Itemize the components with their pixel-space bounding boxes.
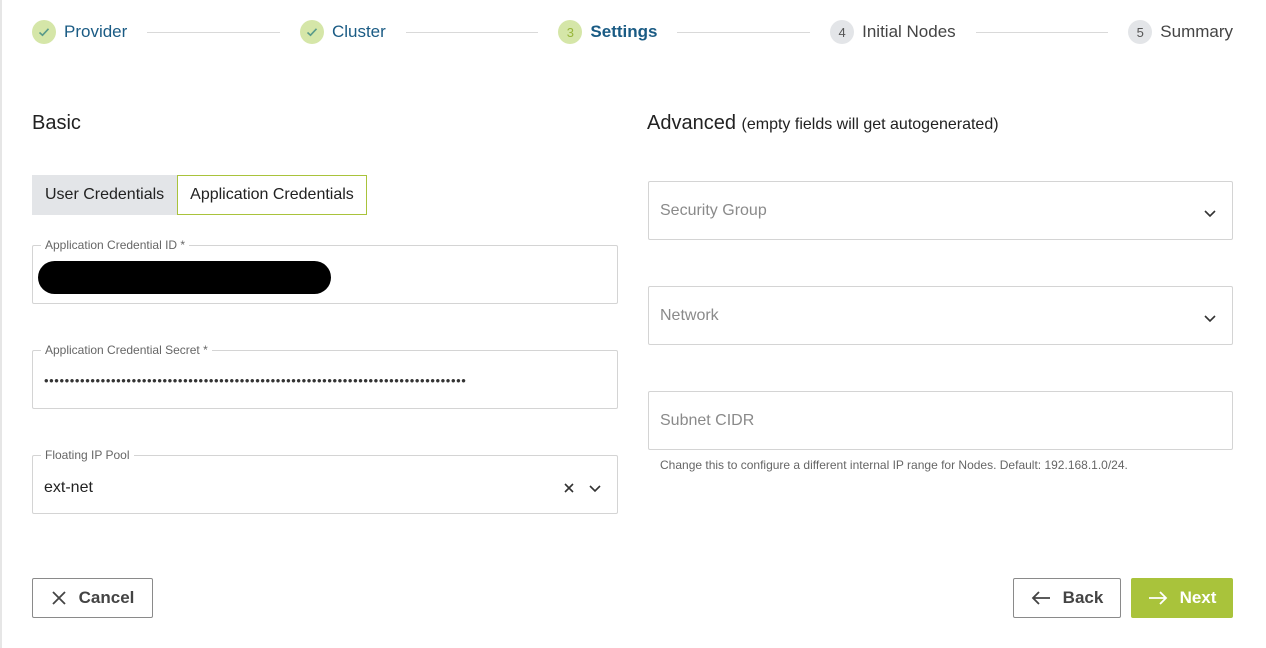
advanced-title-text: Advanced bbox=[647, 112, 736, 134]
cancel-button[interactable]: Cancel bbox=[32, 578, 153, 618]
field-label: Floating IP Pool bbox=[41, 448, 134, 462]
chevron-down-icon[interactable] bbox=[587, 480, 603, 496]
credential-tabs: User Credentials Application Credentials bbox=[32, 175, 367, 215]
step-cluster[interactable]: Cluster bbox=[299, 20, 386, 44]
check-icon bbox=[299, 20, 324, 44]
advanced-subtitle: (empty fields will get autogenerated) bbox=[741, 116, 999, 133]
selected-value: ext-net bbox=[44, 479, 93, 496]
tab-application-credentials[interactable]: Application Credentials bbox=[177, 175, 367, 215]
chevron-down-icon[interactable] bbox=[1202, 205, 1218, 221]
page-frame-edge bbox=[0, 0, 2, 648]
back-label: Back bbox=[1062, 588, 1104, 607]
step-connector bbox=[147, 31, 280, 33]
chevron-down-icon[interactable] bbox=[1202, 310, 1218, 326]
step-number: 5 bbox=[1128, 20, 1153, 44]
secret-value: ••••••••••••••••••••••••••••••••••••••••… bbox=[44, 373, 467, 388]
app-credential-id-field[interactable]: Application Credential ID * bbox=[32, 238, 618, 304]
check-icon bbox=[32, 20, 56, 44]
subnet-cidr-hint: Change this to configure a different int… bbox=[660, 458, 1128, 472]
subnet-cidr-input[interactable]: Subnet CIDR bbox=[648, 391, 1233, 450]
step-label: Provider bbox=[64, 22, 128, 41]
close-icon bbox=[51, 591, 66, 605]
next-label: Next bbox=[1179, 588, 1217, 607]
step-summary[interactable]: 5 Summary bbox=[1128, 20, 1233, 44]
step-connector bbox=[677, 31, 811, 33]
cancel-label: Cancel bbox=[78, 588, 135, 607]
step-label: Cluster bbox=[331, 22, 386, 41]
close-icon[interactable] bbox=[562, 481, 576, 495]
basic-title: Basic bbox=[32, 112, 81, 134]
floating-ip-pool-select[interactable]: Floating IP Pool ext-net bbox=[32, 448, 618, 514]
step-provider[interactable]: Provider bbox=[32, 20, 127, 44]
step-connector bbox=[405, 31, 539, 33]
placeholder: Network bbox=[660, 307, 719, 324]
network-select[interactable]: Network bbox=[648, 286, 1233, 345]
arrow-right-icon bbox=[1148, 591, 1167, 605]
step-settings[interactable]: 3 Settings bbox=[558, 20, 657, 44]
tab-user-credentials[interactable]: User Credentials bbox=[32, 175, 178, 215]
security-group-select[interactable]: Security Group bbox=[648, 181, 1233, 240]
back-button[interactable]: Back bbox=[1013, 578, 1121, 618]
wizard-stepper: Provider Cluster 3 Settings 4 Initial No… bbox=[32, 19, 1233, 45]
advanced-title: Advanced (empty fields will get autogene… bbox=[647, 112, 999, 135]
placeholder: Security Group bbox=[660, 202, 767, 219]
placeholder: Subnet CIDR bbox=[660, 412, 755, 429]
field-label: Application Credential ID * bbox=[41, 238, 190, 252]
step-label: Initial Nodes bbox=[862, 22, 956, 41]
next-button[interactable]: Next bbox=[1131, 578, 1233, 618]
arrow-left-icon bbox=[1031, 591, 1050, 605]
app-credential-secret-field[interactable]: Application Credential Secret * ••••••••… bbox=[32, 343, 618, 409]
step-number: 3 bbox=[558, 20, 583, 44]
redacted-value bbox=[38, 261, 331, 294]
step-label: Settings bbox=[590, 22, 658, 41]
step-connector bbox=[975, 31, 1109, 33]
step-initial-nodes[interactable]: 4 Initial Nodes bbox=[830, 20, 956, 44]
step-label: Summary bbox=[1160, 22, 1234, 41]
field-label: Application Credential Secret * bbox=[41, 343, 212, 357]
step-number: 4 bbox=[830, 20, 855, 44]
